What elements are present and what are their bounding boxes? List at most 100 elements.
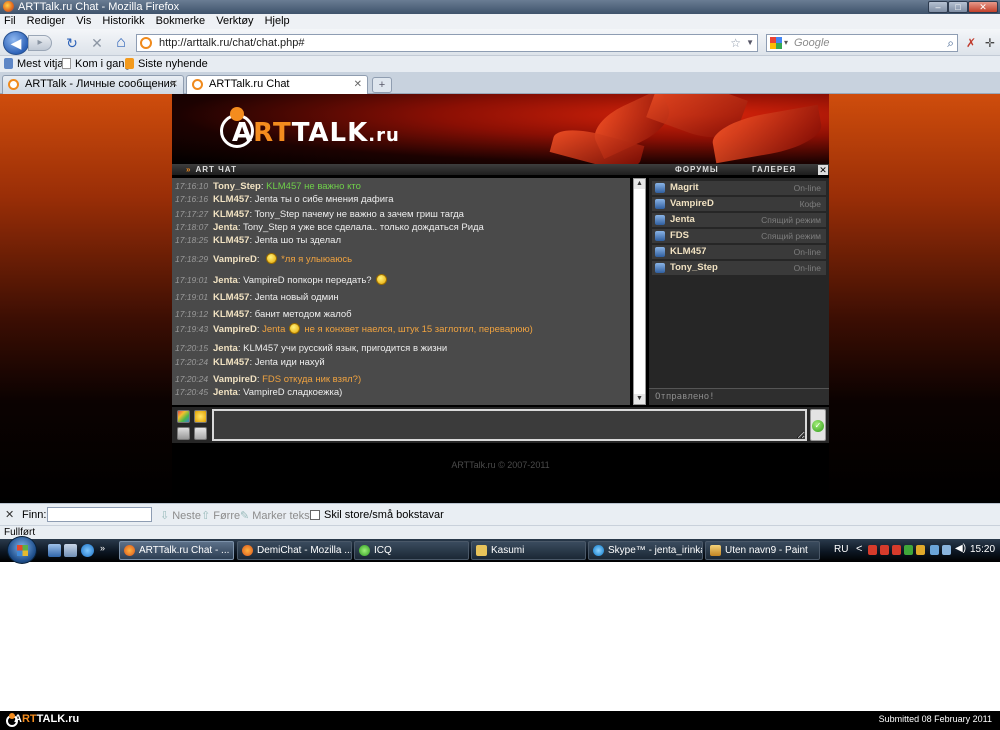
message-nick[interactable]: KLM457 [213, 194, 249, 205]
message-list[interactable]: 17:16:10 Tony_Step: KLM457 не важно кто 17… [172, 178, 630, 405]
menu-view[interactable]: Vis [72, 14, 95, 29]
menu-tools[interactable]: Verktøy [212, 14, 257, 29]
message-nick[interactable]: Jenta [213, 222, 238, 233]
task-arttalk-chat[interactable]: ARTTalk.ru Chat - ... [119, 541, 234, 560]
tray-app-icon[interactable] [868, 545, 877, 555]
addon-icon[interactable]: ✗ [963, 35, 979, 51]
gallery-link[interactable]: ГАЛЕРЕЯ [752, 164, 796, 176]
stop-icon[interactable]: ✕ [89, 35, 105, 51]
message-nick[interactable]: KLM457 [213, 235, 249, 246]
google-icon[interactable] [770, 37, 782, 49]
internet-explorer-icon[interactable] [81, 544, 94, 557]
reload-icon[interactable]: ↻ [64, 35, 80, 51]
back-button[interactable]: ◀ [3, 31, 29, 55]
message-nick[interactable]: VampireD [213, 324, 257, 335]
language-indicator[interactable]: RU [834, 544, 848, 555]
menu-help[interactable]: Hjelp [261, 14, 294, 29]
message-time: 17:20:15 [175, 343, 209, 353]
message-nick[interactable]: KLM457 [213, 209, 249, 220]
user-list-item[interactable]: VampireD Кофе [652, 197, 826, 211]
message-time: 17:20:45 [175, 387, 209, 397]
highlight-all-button[interactable]: ✎ Marker tekst [240, 509, 313, 522]
search-icon[interactable]: ⌕ [947, 35, 954, 51]
user-list-item[interactable]: Magrit On-line [652, 181, 826, 195]
search-engine-dropdown-icon[interactable]: ▾ [784, 35, 788, 51]
clock[interactable]: 15:20 [970, 544, 995, 555]
color-palette-icon[interactable] [177, 410, 190, 423]
icq-tray-icon[interactable] [904, 545, 913, 555]
forward-button[interactable]: ▸ [28, 35, 52, 51]
task-skype[interactable]: Skype™ - jenta_irinka [588, 541, 703, 560]
volume-icon[interactable]: ◀) [955, 543, 966, 554]
message-nick[interactable]: Jenta [213, 275, 238, 286]
menu-bookmarks[interactable]: Bokmerke [152, 14, 210, 29]
find-next-button[interactable]: ⇩ Neste [160, 509, 201, 522]
tray-expand-icon[interactable]: < [856, 543, 862, 555]
message-nick[interactable]: VampireD [213, 254, 257, 265]
find-input[interactable] [47, 507, 152, 522]
new-tab-button[interactable]: + [372, 77, 392, 93]
task-icq[interactable]: ICQ [354, 541, 469, 560]
user-list-item[interactable]: FDS Спящий режим [652, 229, 826, 243]
switch-windows-icon[interactable] [64, 544, 77, 557]
scroll-up-icon[interactable]: ▲ [634, 179, 645, 189]
close-window-button[interactable]: ✕ [968, 1, 998, 13]
tray-app-icon[interactable] [892, 545, 901, 555]
tab-chat[interactable]: ARTTalk.ru Chat ✕ [186, 75, 368, 95]
tab-private-messages[interactable]: ARTTalk - Личные сообщения ✕ [2, 75, 184, 94]
message-scrollbar[interactable]: ▲ ▼ [633, 178, 646, 405]
task-demichat[interactable]: DemiChat - Mozilla ... [237, 541, 352, 560]
message-nick[interactable]: Jenta [213, 343, 238, 354]
message-nick[interactable]: Tony_Step [213, 181, 261, 192]
message-nick[interactable]: KLM457 [213, 309, 249, 320]
url-dropdown-icon[interactable]: ▼ [746, 35, 754, 51]
user-list-item[interactable]: Jenta Спящий режим [652, 213, 826, 227]
resize-icon[interactable]: ✛ [982, 35, 998, 51]
tab-close-icon[interactable]: ✕ [354, 76, 362, 93]
user-list-item[interactable]: Tony_Step On-line [652, 261, 826, 275]
task-paint[interactable]: Uten navn9 - Paint [705, 541, 820, 560]
bookmark-folder-icon [4, 58, 13, 69]
message-input[interactable] [212, 409, 807, 441]
message-time: 17:19:01 [175, 292, 209, 302]
menu-history[interactable]: Historikk [98, 14, 148, 29]
quicklaunch-expand-icon[interactable]: » [100, 543, 108, 556]
tab-favicon [192, 79, 203, 90]
smiley-icon[interactable] [194, 410, 207, 423]
url-bar[interactable]: http://arttalk.ru/chat/chat.php# ☆ ▼ [136, 34, 758, 52]
menu-file[interactable]: Fil [0, 14, 20, 29]
bookmark-latest-headlines[interactable]: Siste nyhende [125, 56, 208, 72]
sound-icon[interactable] [194, 427, 207, 440]
bookmark-getting-started[interactable]: Kom i gang [62, 56, 131, 72]
user-list-item[interactable]: KLM457 On-line [652, 245, 826, 259]
tab-close-icon[interactable]: ✕ [170, 76, 178, 93]
chat-close-button[interactable]: ✕ [818, 165, 828, 175]
start-button[interactable] [7, 536, 37, 564]
search-bar[interactable]: ▾ Google ⌕ [766, 34, 958, 52]
message-nick[interactable]: KLM457 [213, 357, 249, 368]
tray-app-icon[interactable] [916, 545, 925, 555]
bookmark-star-icon[interactable]: ☆ [730, 35, 741, 51]
menu-edit[interactable]: Rediger [23, 14, 70, 29]
forums-link[interactable]: ФОРУМЫ [675, 164, 719, 176]
tray-app-icon[interactable] [880, 545, 889, 555]
task-kasumi[interactable]: Kasumi [471, 541, 586, 560]
settings-icon[interactable] [177, 427, 190, 440]
match-case-checkbox[interactable] [310, 510, 320, 520]
maximize-button[interactable]: □ [948, 1, 968, 13]
message-nick[interactable]: VampireD [213, 374, 257, 385]
network-icon[interactable] [930, 545, 939, 555]
display-icon[interactable] [942, 545, 951, 555]
window-title-bar[interactable]: ARTTalk.ru Chat - Mozilla Firefox – □ ✕ [0, 0, 1000, 14]
send-button[interactable]: ✓ [810, 409, 826, 441]
message-nick[interactable]: KLM457 [213, 292, 249, 303]
scroll-down-icon[interactable]: ▼ [634, 394, 645, 404]
find-close-icon[interactable]: ✕ [5, 508, 14, 521]
home-icon[interactable]: ⌂ [113, 35, 129, 51]
message-nick[interactable]: Jenta [213, 387, 238, 398]
windows-logo-icon [17, 545, 28, 556]
minimize-button[interactable]: – [928, 1, 948, 13]
bookmark-most-visited[interactable]: Mest vitja [4, 56, 63, 72]
find-previous-button[interactable]: ⇧ Førre [201, 509, 240, 522]
show-desktop-icon[interactable] [48, 544, 61, 557]
